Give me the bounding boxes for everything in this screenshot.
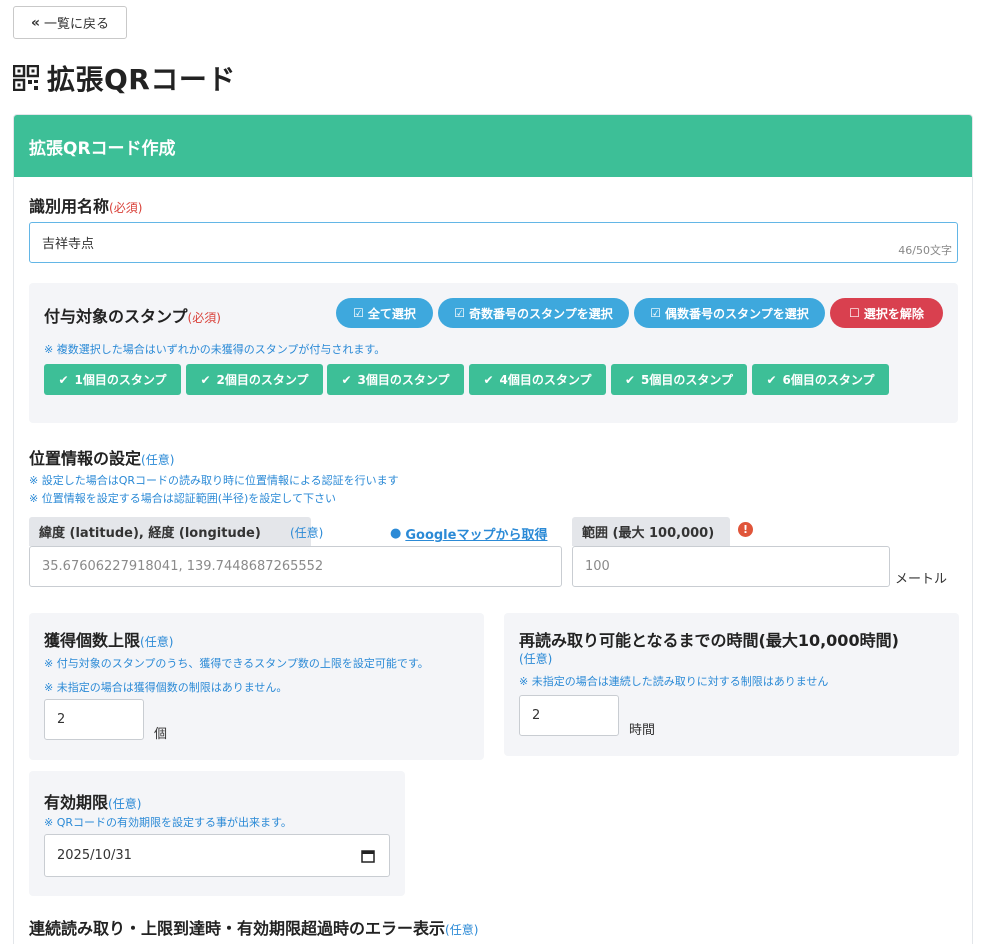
limit-note-2: ※ 未指定の場合は獲得個数の制限はありません。: [44, 681, 288, 694]
range-placeholder: 100: [585, 559, 610, 574]
latlng-optional-badge: (任意): [290, 526, 324, 540]
location-label-row: 位置情報の設定(任意): [29, 445, 174, 469]
identifier-input[interactable]: 吉祥寺点: [29, 222, 958, 263]
range-label: 範囲 (最大 100,000): [582, 526, 715, 541]
calendar-icon[interactable]: [361, 849, 375, 863]
location-note-2: ※ 位置情報を設定する場合は認証範囲(半径)を設定して下さい: [29, 492, 336, 505]
check-icon: ✔: [58, 372, 69, 387]
expiry-panel: 有効期限(任意) ※ QRコードの有効期限を設定する事が出来ます。 2025/1…: [29, 771, 405, 896]
stamp-label: 5個目のスタンプ: [641, 373, 734, 387]
select-odd-label: 奇数番号のスタンプを選択: [469, 306, 613, 321]
check-icon: ✔: [200, 372, 211, 387]
check-icon: ✔: [624, 372, 636, 387]
error-display-label-row: 連続読み取り・上限到達時・有効期限超過時のエラー表示(任意): [29, 915, 478, 939]
select-even-label: 偶数番号のスタンプを選択: [665, 306, 809, 321]
latlng-addon: 緯度 (latitude), 経度 (longitude): [29, 517, 311, 546]
optional-badge: (任意): [445, 923, 479, 937]
reread-label: 再読み取り可能となるまでの時間(最大10,000時間): [519, 631, 899, 650]
check-icon: ✔: [766, 372, 777, 387]
range-input[interactable]: 100: [572, 546, 890, 587]
optional-badge: (任意): [108, 797, 142, 811]
qr-create-card: 拡張QRコード作成 識別用名称(必須) 吉祥寺点 46/50文字 付与対象のスタ…: [13, 114, 973, 944]
stamp-label: 3個目のスタンプ: [357, 373, 450, 387]
required-badge: (必須): [187, 311, 221, 325]
select-all-button[interactable]: ☑ 全て選択: [336, 298, 433, 328]
reread-note: ※ 未指定の場合は連続した読み取りに対する制限はありません: [519, 675, 829, 688]
stamp-toggle-4[interactable]: ✔ 4個目のスタンプ: [469, 364, 606, 395]
stamps-label: 付与対象のスタンプ: [44, 307, 188, 326]
deselect-label: 選択を解除: [863, 306, 924, 321]
limit-unit: 個: [154, 727, 168, 742]
stamp-toggle-1[interactable]: ✔ 1個目のスタンプ: [44, 364, 181, 395]
check-icon: ✔: [483, 372, 494, 387]
stamp-label: 4個目のスタンプ: [499, 373, 592, 387]
optional-badge: (任意): [141, 453, 175, 467]
google-map-link-label: Googleマップから取得: [405, 528, 548, 543]
back-button[interactable]: « 一覧に戻る: [13, 6, 127, 39]
range-unit: メートル: [895, 572, 948, 587]
stamps-label-row: 付与対象のスタンプ(必須): [44, 303, 221, 327]
stamp-toggle-6[interactable]: ✔ 6個目のスタンプ: [752, 364, 889, 395]
limit-input[interactable]: 2: [44, 699, 144, 740]
info-icon[interactable]: !: [738, 522, 753, 537]
latlng-input[interactable]: 35.67606227918041, 139.7448687265552: [29, 546, 562, 587]
range-addon: 範囲 (最大 100,000): [572, 517, 730, 546]
map-pin-icon: ●: [390, 526, 402, 541]
limit-panel: 獲得個数上限(任意) ※ 付与対象のスタンプのうち、獲得できるスタンプ数の上限を…: [29, 613, 484, 760]
location-label: 位置情報の設定: [29, 449, 142, 468]
latlng-placeholder: 35.67606227918041, 139.7448687265552: [42, 559, 324, 574]
qr-code-icon: [13, 65, 39, 91]
required-badge: (必須): [109, 201, 143, 215]
limit-value: 2: [57, 712, 66, 727]
location-note-1: ※ 設定した場合はQRコードの読み取り時に位置情報による認証を行います: [29, 474, 399, 487]
limit-label-row: 獲得個数上限(任意): [44, 627, 173, 651]
double-chevron-left-icon: «: [30, 14, 41, 31]
stamp-label: 1個目のスタンプ: [74, 373, 167, 387]
expiry-label-row: 有効期限(任意): [44, 789, 141, 813]
expiry-value: 2025/10/31: [57, 848, 132, 863]
reread-value: 2: [532, 708, 541, 723]
select-odd-button[interactable]: ☑ 奇数番号のスタンプを選択: [438, 298, 629, 328]
stamps-panel: 付与対象のスタンプ(必須) ☑ 全て選択 ☑ 奇数番号のスタンプを選択 ☑ 偶数番号の…: [29, 283, 958, 423]
card-header: 拡張QRコード作成: [14, 115, 972, 177]
reread-unit: 時間: [629, 723, 656, 738]
stamp-label: 2個目のスタンプ: [216, 373, 309, 387]
limit-label: 獲得個数上限: [44, 631, 141, 650]
checkbox-icon: ☑: [353, 306, 364, 320]
select-even-button[interactable]: ☑ 偶数番号のスタンプを選択: [634, 298, 825, 328]
expiry-date-input[interactable]: 2025/10/31: [44, 834, 390, 877]
google-map-link[interactable]: ● Googleマップから取得: [390, 524, 547, 543]
identifier-label-row: 識別用名称(必須): [29, 193, 142, 217]
reread-input[interactable]: 2: [519, 695, 619, 736]
optional-badge: (任意): [140, 635, 174, 649]
expiry-note: ※ QRコードの有効期限を設定する事が出来ます。: [44, 816, 292, 829]
stamps-note: ※ 複数選択した場合はいずれかの未獲得のスタンプが付与されます。: [44, 343, 386, 356]
stamp-label: 6個目のスタンプ: [782, 373, 875, 387]
char-counter: 46/50文字: [898, 244, 952, 257]
back-button-label: 一覧に戻る: [44, 17, 110, 32]
checkbox-icon: ☑: [454, 306, 466, 320]
error-display-label: 連続読み取り・上限到達時・有効期限超過時のエラー表示: [29, 919, 446, 938]
optional-badge: (任意): [519, 652, 553, 666]
stamp-toggle-3[interactable]: ✔ 3個目のスタンプ: [327, 364, 464, 395]
expiry-label: 有効期限: [44, 793, 109, 812]
checkbox-icon: ☑: [650, 306, 662, 320]
limit-note-1: ※ 付与対象のスタンプのうち、獲得できるスタンプ数の上限を設定可能です。: [44, 657, 429, 670]
select-all-label: 全て選択: [367, 306, 416, 321]
deselect-button[interactable]: ☐ 選択を解除: [830, 298, 943, 328]
latlng-label: 緯度 (latitude), 経度 (longitude): [39, 526, 261, 541]
stamp-toggle-5[interactable]: ✔ 5個目のスタンプ: [611, 364, 747, 395]
page-title-text: 拡張QRコード: [47, 63, 236, 96]
identifier-label: 識別用名称: [29, 197, 110, 216]
reread-panel: 再読み取り可能となるまでの時間(最大10,000時間) (任意) ※ 未指定の場…: [504, 613, 959, 756]
empty-checkbox-icon: ☐: [849, 306, 860, 320]
check-icon: ✔: [341, 372, 352, 387]
page-title: 拡張QRコード: [13, 58, 236, 98]
stamp-toggle-2[interactable]: ✔ 2個目のスタンプ: [186, 364, 323, 395]
identifier-input-value: 吉祥寺点: [42, 237, 95, 252]
